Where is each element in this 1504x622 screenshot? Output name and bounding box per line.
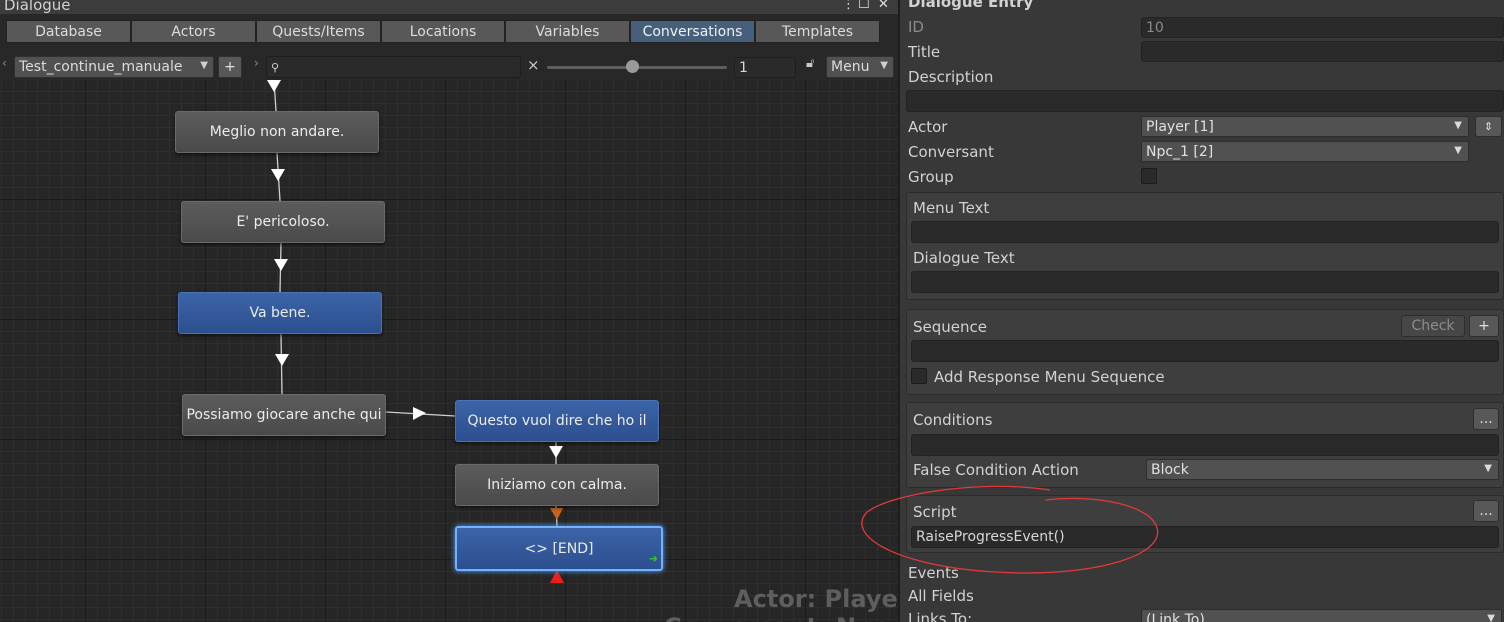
- end-marker-icon: [550, 570, 564, 583]
- actor-watermark: Actor: Player: [734, 585, 900, 613]
- links-to-label: Links To:: [908, 610, 973, 622]
- dialogue-text-field[interactable]: [911, 271, 1499, 293]
- chevron-down-icon: ▼: [1484, 463, 1492, 474]
- chevron-down-icon: ▼: [200, 60, 208, 71]
- dialogue-node[interactable]: Iniziamo con calma.: [455, 464, 659, 506]
- false-condition-value: Block: [1151, 461, 1189, 478]
- group-checkbox[interactable]: [1141, 168, 1157, 184]
- dialogue-node[interactable]: Possiamo giocare anche qui: [182, 394, 386, 436]
- lock-icon[interactable]: 🔓︎: [806, 56, 814, 71]
- sequence-check-button[interactable]: Check: [1401, 315, 1465, 337]
- conversation-name: Test_continue_manuale: [19, 59, 183, 75]
- conditions-wizard-button[interactable]: ...: [1473, 408, 1499, 430]
- next-conversation-icon[interactable]: ›: [254, 56, 259, 70]
- dialogue-node[interactable]: Meglio non andare.: [175, 111, 379, 153]
- add-response-menu-label: Add Response Menu Sequence: [934, 368, 1165, 386]
- link-arrow-icon: [413, 407, 426, 420]
- link-arrow-icon: [267, 80, 281, 92]
- conversant-dropdown[interactable]: Npc_1 [2] ▼: [1141, 141, 1469, 162]
- tab-templates[interactable]: Templates: [755, 20, 880, 43]
- description-field[interactable]: [906, 90, 1504, 112]
- tab-actors[interactable]: Actors: [131, 20, 256, 43]
- conversation-toolbar: ‹ Test_continue_manuale ▼ + › ⚲ × 1 🔓︎ M…: [0, 54, 900, 78]
- tab-conversations[interactable]: Conversations: [630, 20, 755, 43]
- dialogue-node[interactable]: E' pericoloso.: [181, 201, 385, 243]
- dialogue-node[interactable]: Questo vuol dire che ho il: [455, 400, 659, 442]
- link-arrow-icon: [274, 259, 288, 271]
- search-input[interactable]: ⚲: [266, 56, 521, 78]
- close-icon[interactable]: ✕: [878, 0, 889, 12]
- chevron-down-icon: ▼: [1454, 120, 1462, 131]
- kebab-menu-icon[interactable]: ⋮: [842, 0, 855, 12]
- id-label: ID: [908, 18, 924, 36]
- actor-swap-button[interactable]: ⇕: [1475, 116, 1502, 137]
- window-title: Dialogue: [4, 0, 71, 14]
- sequence-add-button[interactable]: +: [1469, 315, 1499, 337]
- red-annotation-circle: [861, 485, 1159, 574]
- title-field[interactable]: [1141, 41, 1504, 62]
- prev-conversation-icon[interactable]: ‹: [2, 56, 7, 70]
- title-label: Title: [908, 43, 941, 61]
- actor-value: Player [1]: [1146, 118, 1214, 135]
- tab-locations[interactable]: Locations: [381, 20, 505, 43]
- group-label: Group: [908, 168, 954, 186]
- chevron-down-icon: ▼: [1487, 613, 1495, 622]
- conversant-label: Conversant: [908, 143, 994, 161]
- link-arrow-icon: [271, 169, 285, 181]
- description-label: Description: [908, 68, 994, 86]
- dialogue-node[interactable]: Va bene.: [178, 292, 382, 334]
- links-to-value: (Link To): [1146, 611, 1205, 622]
- link-arrow-icon: [549, 446, 563, 458]
- link-arrow-icon: [275, 354, 289, 366]
- chevron-down-icon: ▼: [1454, 145, 1462, 156]
- actor-label: Actor: [908, 118, 948, 136]
- conversant-watermark: Conversant: Npc_1: [664, 613, 900, 622]
- link-arrow-icon: [550, 508, 563, 520]
- tab-variables[interactable]: Variables: [505, 20, 630, 43]
- clear-search-icon[interactable]: ×: [527, 56, 540, 74]
- conditions-label: Conditions: [913, 411, 993, 429]
- menu-text-label: Menu Text: [913, 199, 990, 217]
- zoom-slider-handle[interactable]: [626, 60, 639, 73]
- node-canvas[interactable]: Meglio non andare. E' pericoloso. Va ben…: [0, 80, 900, 622]
- id-field: 10: [1141, 17, 1504, 38]
- add-conversation-button[interactable]: +: [218, 56, 242, 78]
- menu-dropdown[interactable]: Menu ▼: [826, 56, 894, 78]
- start-arrow-icon: ➜: [648, 552, 658, 565]
- search-icon: ⚲: [271, 60, 280, 74]
- conversation-dropdown[interactable]: Test_continue_manuale ▼: [14, 56, 214, 78]
- menu-label: Menu: [831, 59, 870, 75]
- links-to-dropdown[interactable]: (Link To) ▼: [1141, 609, 1502, 622]
- conditions-field[interactable]: [911, 434, 1499, 456]
- tab-quests-items[interactable]: Quests/Items: [256, 20, 381, 43]
- maximize-icon[interactable]: ☐: [858, 0, 870, 12]
- script-wizard-button[interactable]: ...: [1473, 500, 1499, 522]
- false-condition-dropdown[interactable]: Block ▼: [1146, 459, 1499, 480]
- all-fields-foldout[interactable]: All Fields: [908, 587, 974, 605]
- window-titlebar: Dialogue ⋮ ☐ ✕: [0, 0, 900, 14]
- selected-dialogue-node[interactable]: <> [END] ➜: [455, 526, 663, 571]
- chevron-down-icon: ▼: [880, 60, 888, 71]
- zoom-value-field[interactable]: 1: [734, 57, 796, 78]
- dialogue-text-label: Dialogue Text: [913, 249, 1015, 267]
- sequence-label: Sequence: [913, 318, 987, 336]
- node-text: <> [END]: [524, 540, 594, 557]
- conversant-value: Npc_1 [2]: [1146, 143, 1214, 160]
- add-response-menu-checkbox[interactable]: [911, 368, 927, 384]
- sequence-field[interactable]: [911, 340, 1499, 362]
- dialogue-editor-panel: Dialogue ⋮ ☐ ✕ Database Actors Quests/It…: [0, 0, 900, 622]
- actor-dropdown[interactable]: Player [1] ▼: [1141, 116, 1469, 137]
- editor-tabs: Database Actors Quests/Items Locations V…: [6, 20, 880, 43]
- inspector-header: Dialogue Entry: [908, 0, 1034, 11]
- tab-database[interactable]: Database: [6, 20, 131, 43]
- false-condition-label: False Condition Action: [913, 461, 1079, 479]
- link-lines: [267, 80, 564, 583]
- menu-text-field[interactable]: [911, 221, 1499, 243]
